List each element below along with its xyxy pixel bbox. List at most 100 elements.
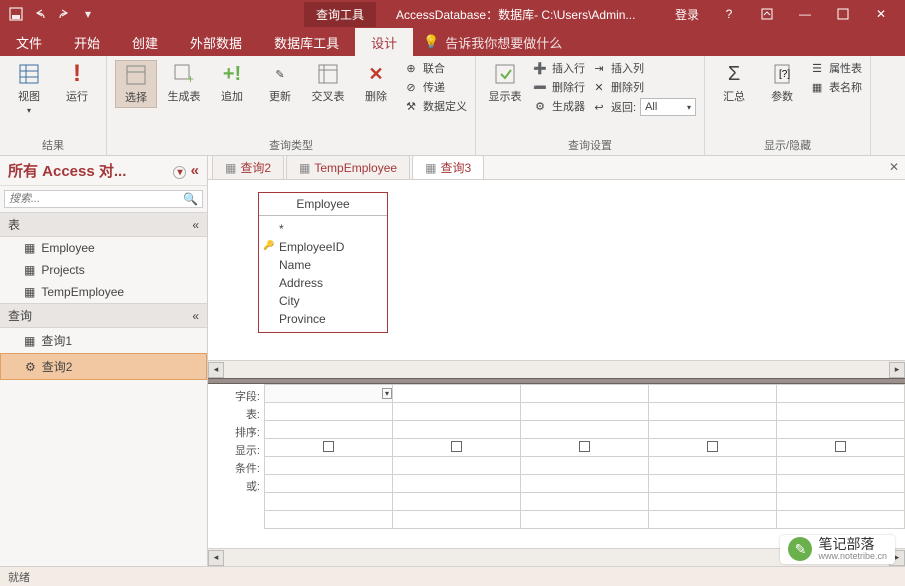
tab-create[interactable]: 创建 [116,28,174,56]
nav-title-bar[interactable]: 所有 Access 对... ▾ « [0,156,207,186]
scroll-left-icon[interactable]: ◂ [208,550,224,566]
table-plus-icon: + [172,62,196,86]
append-button[interactable]: +!追加 [211,60,253,106]
pen-icon: ✎ [788,537,812,561]
delete-col-button[interactable]: ✕删除列 [591,79,696,95]
passthrough-button[interactable]: ⊘传递 [403,79,467,95]
design-grid-table[interactable]: ▾ [264,384,905,529]
search-input[interactable] [5,191,179,207]
tab-external-data[interactable]: 外部数据 [174,28,258,56]
show-table-button[interactable]: 显示表 [484,60,526,106]
show-checkbox[interactable] [835,441,846,452]
save-icon[interactable] [8,6,24,22]
tab-database-tools[interactable]: 数据库工具 [258,28,355,56]
nav-table-item[interactable]: ▦TempEmployee [0,281,207,303]
insert-row-button[interactable]: ➕插入行 [532,60,585,76]
make-table-button[interactable]: +生成表 [163,60,205,106]
navigation-pane: 所有 Access 对... ▾ « 🔍 表« ▦Employee▦Projec… [0,156,208,566]
content-area: 所有 Access 对... ▾ « 🔍 表« ▦Employee▦Projec… [0,156,905,566]
return-dropdown[interactable]: All▾ [640,98,696,116]
qat-dropdown-icon[interactable]: ▾ [80,6,96,22]
minimize-button[interactable]: — [787,1,823,27]
document-tab[interactable]: ▦查询2 [212,155,284,179]
delete-row-icon: ➖ [532,79,548,95]
table-names-button[interactable]: ▦表名称 [809,79,862,95]
x-icon: ✕ [364,62,388,86]
grid-label: 字段: [208,388,260,406]
table-icon [124,63,148,87]
scroll-left-icon[interactable]: ◂ [208,362,224,378]
table-icon: ▦ [24,285,35,299]
query-grid[interactable]: 字段:表:排序:显示:条件:或: ▾ [208,384,905,548]
login-label[interactable]: 登录 [675,6,699,23]
show-checkbox[interactable] [707,441,718,452]
show-checkbox[interactable] [323,441,334,452]
nav-table-item[interactable]: ▦Projects [0,259,207,281]
maximize-button[interactable] [825,1,861,27]
tell-me-box[interactable]: 💡 告诉我你想要做什么 [413,28,572,56]
undo-icon[interactable] [32,6,48,22]
redo-icon[interactable] [56,6,72,22]
field-item[interactable]: City [267,292,379,310]
view-button[interactable]: 视图▾ [8,60,50,117]
ribbon: 视图▾ !运行 结果 选择 +生成表 +!追加 ✎更新 交叉表 ✕删除 ⊕联合 … [0,56,905,156]
totals-button[interactable]: Σ汇总 [713,60,755,106]
tab-close-button[interactable]: ✕ [889,160,899,174]
field-item[interactable]: * [267,220,379,238]
field-list-title: Employee [259,193,387,216]
svg-text:[?]: [?] [779,69,790,80]
svg-text:+: + [187,72,194,85]
group-querytype-label: 查询类型 [115,135,467,155]
property-sheet-button[interactable]: ☰属性表 [809,60,862,76]
table-pane[interactable]: Employee *EmployeeIDNameAddressCityProvi… [208,180,905,360]
tablename-icon: ▦ [809,79,825,95]
watermark-url: www.notetribe.cn [818,552,887,562]
title-bar: ▾ 查询工具 AccessDatabase：数据库- C:\Users\Admi… [0,0,905,28]
grid-icon [17,62,41,86]
params-icon: [?] [770,62,794,86]
update-button[interactable]: ✎更新 [259,60,301,106]
nav-search[interactable]: 🔍 [4,190,203,208]
field-item[interactable]: Address [267,274,379,292]
tab-home[interactable]: 开始 [58,28,116,56]
nav-group-tables[interactable]: 表« [0,212,207,237]
parameters-button[interactable]: [?]参数 [761,60,803,106]
delete-col-icon: ✕ [591,79,607,95]
pencil-icon: ✎ [268,62,292,86]
delete-row-button[interactable]: ➖删除行 [532,79,585,95]
nav-collapse-icon[interactable]: « [191,162,199,179]
data-definition-button[interactable]: ⚒数据定义 [403,98,467,114]
search-icon[interactable]: 🔍 [179,192,202,206]
nav-query-item[interactable]: ⚙查询2 [0,353,207,380]
group-results-label: 结果 [8,135,98,155]
field-item[interactable]: Province [267,310,379,328]
table-icon: ▦ [24,263,35,277]
field-item[interactable]: Name [267,256,379,274]
nav-group-queries[interactable]: 查询« [0,303,207,328]
document-tab[interactable]: ▦TempEmployee [286,155,410,179]
crosstab-button[interactable]: 交叉表 [307,60,349,106]
builder-button[interactable]: ⚙生成器 [532,98,585,114]
nav-query-item[interactable]: ▦查询1 [0,328,207,353]
showtable-icon [493,62,517,86]
run-button[interactable]: !运行 [56,60,98,106]
scroll-right-icon[interactable]: ▸ [889,362,905,378]
union-button[interactable]: ⊕联合 [403,60,467,76]
upper-hscroll[interactable]: ◂▸ [208,360,905,378]
tab-file[interactable]: 文件 [0,28,58,56]
delete-query-button[interactable]: ✕删除 [355,60,397,106]
nav-dropdown-icon[interactable]: ▾ [173,166,186,179]
select-query-button[interactable]: 选择 [115,60,157,108]
show-checkbox[interactable] [579,441,590,452]
document-tab[interactable]: ▦查询3 [412,155,484,179]
show-checkbox[interactable] [451,441,462,452]
insert-col-button[interactable]: ⇥插入列 [591,60,696,76]
help-button[interactable]: ? [711,1,747,27]
tab-design[interactable]: 设计 [355,28,413,56]
field-list-employee[interactable]: Employee *EmployeeIDNameAddressCityProvi… [258,192,388,333]
nav-title-text: 所有 Access 对... [8,160,126,181]
ribbon-collapse-button[interactable] [749,1,785,27]
close-button[interactable]: ✕ [863,1,899,27]
nav-table-item[interactable]: ▦Employee [0,237,207,259]
field-item[interactable]: EmployeeID [267,238,379,256]
